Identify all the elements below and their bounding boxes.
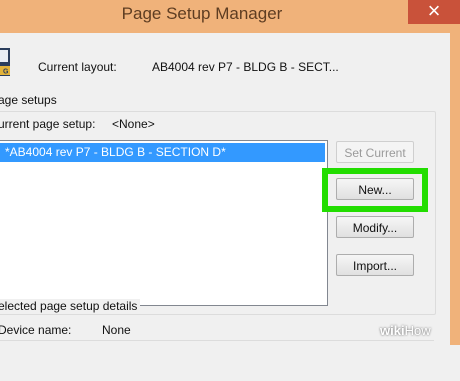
page-setups-group-label: age setups (0, 93, 60, 107)
device-name-value: None (102, 323, 131, 337)
details-group (0, 340, 434, 381)
list-item[interactable]: *AB4004 rev P7 - BLDG B - SECTION D* (0, 143, 325, 162)
set-current-button[interactable]: Set Current (336, 141, 414, 163)
watermark-how: How (404, 323, 431, 338)
current-layout-value: AB4004 rev P7 - BLDG B - SECT... (152, 60, 339, 74)
current-page-setup-value: <None> (112, 117, 155, 131)
current-layout-label: Current layout: (38, 60, 117, 74)
import-button[interactable]: Import... (336, 254, 414, 276)
wikihow-watermark: wikiHow (380, 323, 431, 338)
close-button[interactable]: × (408, 0, 460, 24)
current-page-setup-label: urrent page setup: (0, 117, 96, 131)
watermark-wiki: wiki (380, 323, 405, 338)
title-bar: Page Setup Manager × (0, 0, 460, 33)
page-setups-list[interactable]: *AB4004 rev P7 - BLDG B - SECTION D* (0, 140, 328, 306)
new-button-highlight (322, 168, 428, 212)
svg-text:G: G (3, 69, 9, 76)
layout-icon: G (0, 48, 10, 76)
window-title: Page Setup Manager (121, 4, 283, 23)
window-border (450, 33, 460, 345)
details-group-label: elected page setup details (0, 299, 141, 313)
device-name-label: Device name: (0, 323, 72, 337)
modify-button[interactable]: Modify... (336, 216, 414, 238)
